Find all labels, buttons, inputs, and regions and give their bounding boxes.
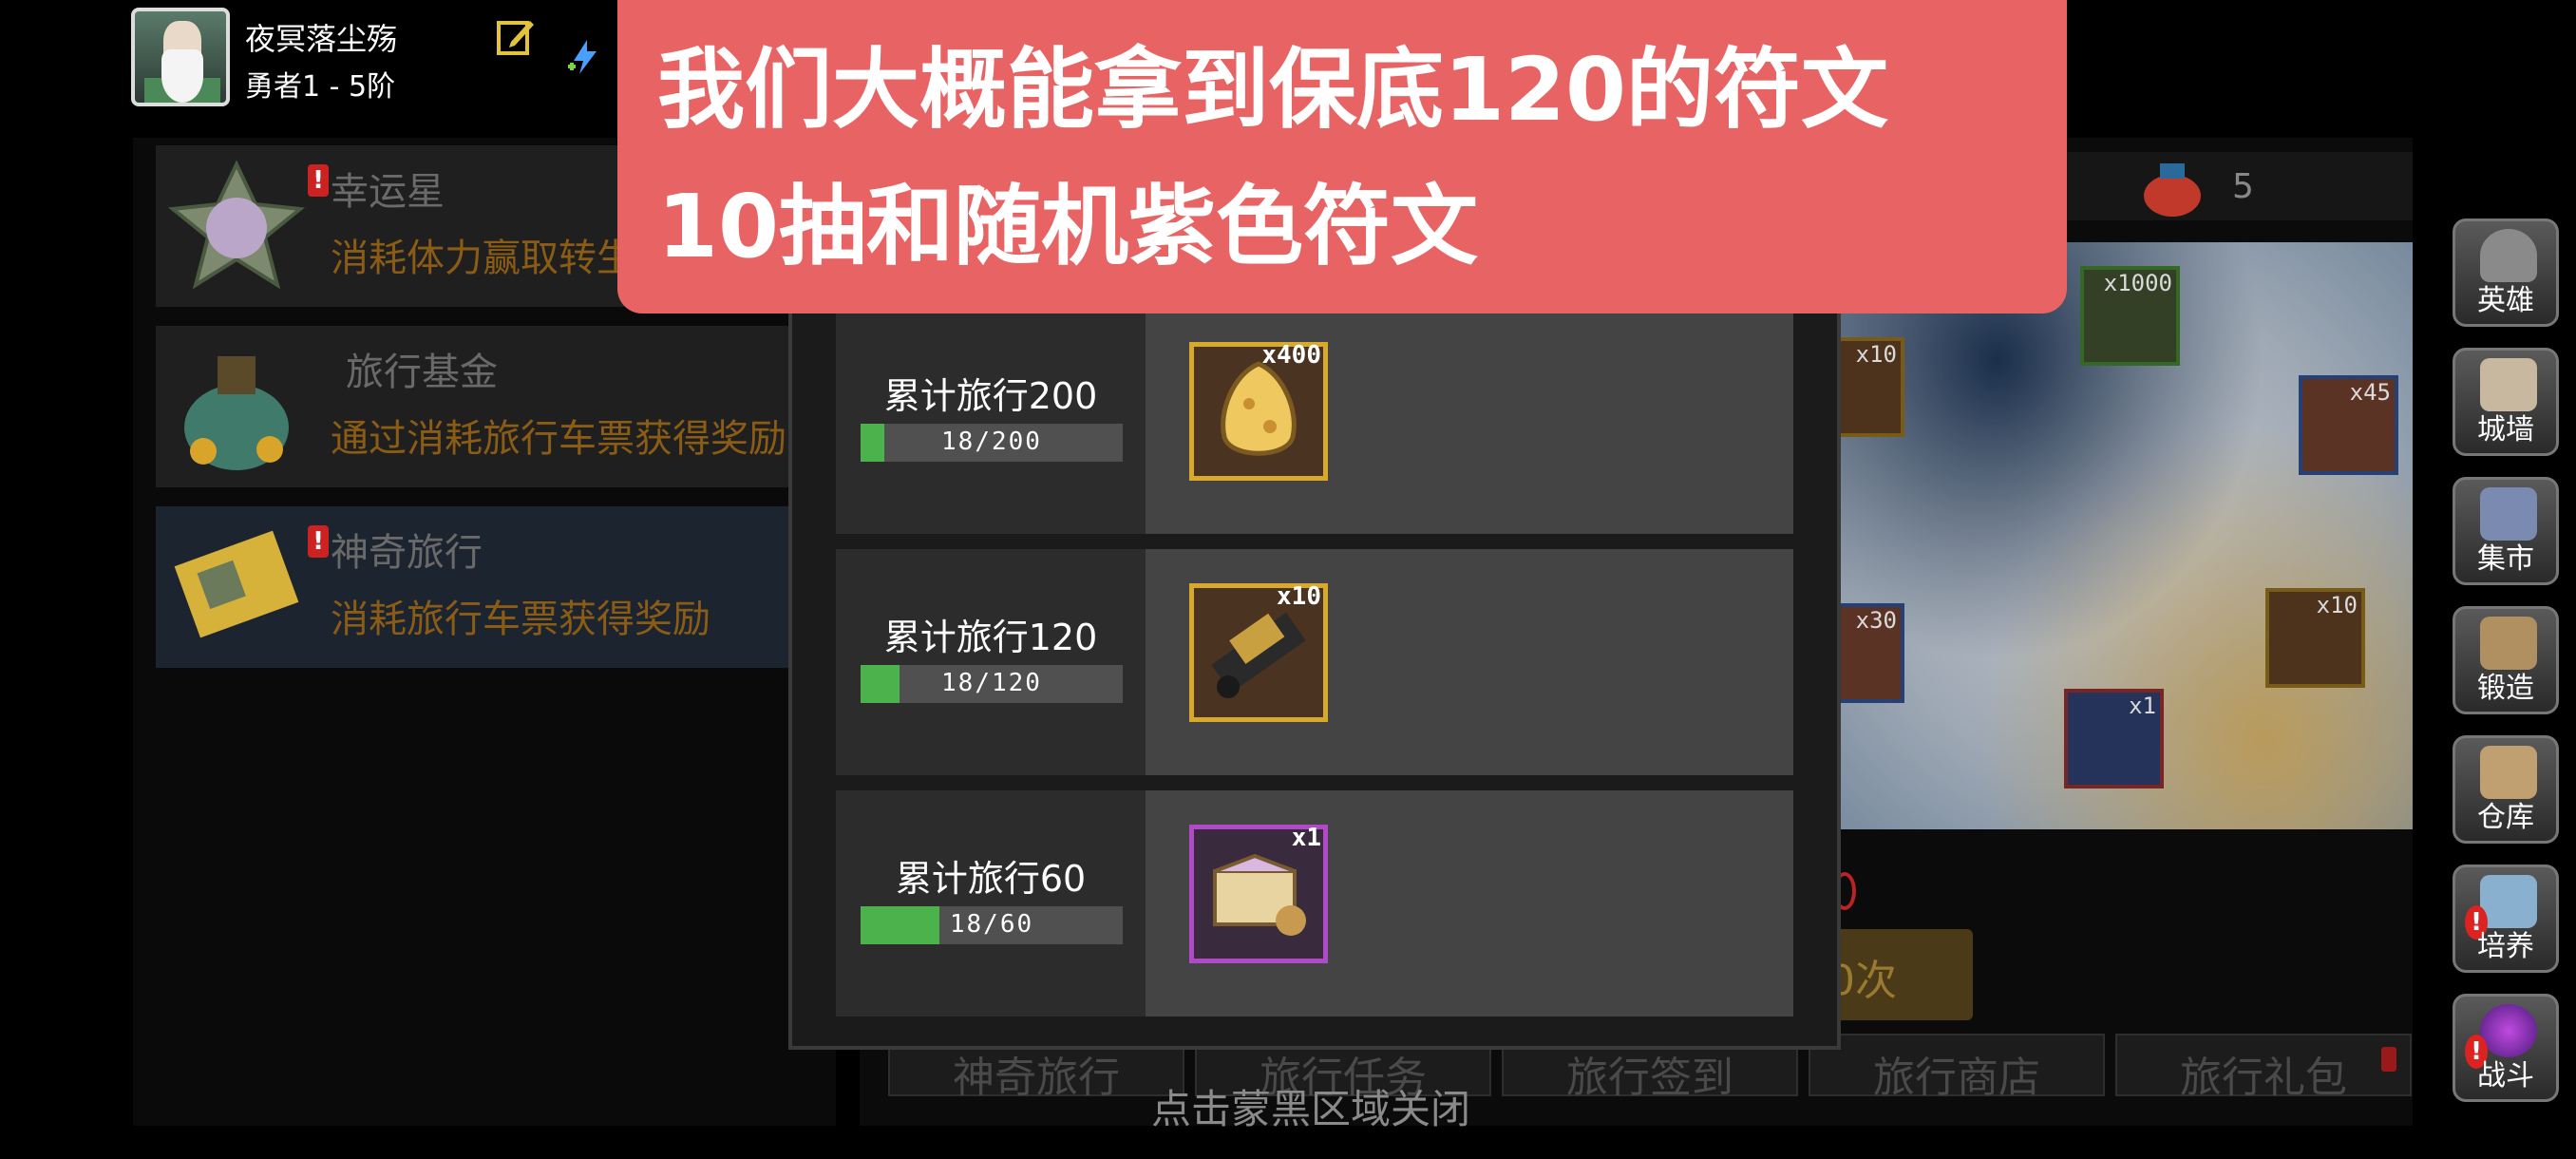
reward-count: x1000 — [2103, 270, 2172, 296]
reward-items: x10 — [1146, 549, 1793, 775]
anvil-icon — [2480, 617, 2537, 670]
reward-qty: x10 — [1277, 582, 1321, 611]
activity-desc: 消耗体力赢取转生 — [331, 237, 635, 280]
map-reward-star[interactable]: x1 — [2064, 689, 2164, 788]
sidebar-label: 城墙 — [2477, 413, 2534, 446]
reward-label: 累计旅行60 — [895, 858, 1087, 900]
sidebar-forge[interactable]: 锻造 — [2453, 606, 2559, 714]
reward-qty: x1 — [1291, 824, 1321, 852]
reward-label: 累计旅行200 — [883, 375, 1098, 417]
sidebar-warehouse[interactable]: 仓库 — [2453, 735, 2559, 844]
alert-badge: ! — [308, 525, 329, 558]
activity-title: 旅行基金 — [346, 351, 498, 394]
ticket-count: 5 — [2232, 167, 2254, 206]
golden-egg-icon[interactable]: x400 — [1189, 341, 1328, 481]
progress-text: 18/120 — [941, 669, 1042, 697]
reward-count: x45 — [2349, 379, 2391, 406]
player-rank: 勇者1 - 5阶 — [245, 70, 396, 104]
activity-title: 神奇旅行 — [331, 531, 483, 575]
reward-requirement: 累计旅行60 18/60 — [836, 790, 1146, 1016]
tab-travel-gift[interactable]: 旅行礼包 — [2115, 1034, 2412, 1102]
sidebar-label: 仓库 — [2477, 801, 2534, 834]
caption-line-2: 10抽和随机紫色符文 — [657, 176, 1479, 277]
sidebar-label: 英雄 — [2477, 284, 2534, 317]
activity-title: 幸运星 — [331, 170, 445, 214]
reward-count: x10 — [1855, 341, 1897, 368]
reward-requirement: 累计旅行120 18/120 — [836, 549, 1146, 775]
reward-requirement: 累计旅行200 18/200 — [836, 308, 1146, 534]
activity-desc: 消耗旅行车票获得奖励 — [331, 598, 710, 641]
progress-text: 18/200 — [941, 428, 1042, 456]
progress-text: 18/60 — [949, 910, 1034, 939]
player-name: 夜冥落尘殇 — [245, 21, 398, 57]
activity-magic-travel[interactable]: ! 神奇旅行 消耗旅行车票获得奖励 — [156, 506, 830, 668]
cumulative-reward-modal: 累计旅行200 18/200 x400 累计旅行120 18/120 x10 累… — [788, 276, 1841, 1050]
reward-items: x400 — [1146, 308, 1793, 534]
alert-badge: ! — [308, 164, 329, 197]
map-reward-egg[interactable]: x10 — [2265, 588, 2365, 688]
reward-row: 累计旅行60 18/60 x1 — [836, 790, 1793, 1016]
player-avatar[interactable] — [131, 8, 230, 106]
sidebar-label: 集市 — [2477, 542, 2534, 576]
edit-icon[interactable] — [496, 17, 536, 57]
sidebar-battle[interactable]: ! 战斗 — [2453, 994, 2559, 1102]
scroll-icon[interactable]: x10 — [1189, 582, 1328, 722]
reward-count: x1 — [2129, 693, 2156, 719]
reward-row: 累计旅行200 18/200 x400 — [836, 308, 1793, 534]
boost-icon[interactable] — [566, 38, 604, 76]
ticket-bag-icon — [2144, 163, 2201, 217]
sidebar-wall[interactable]: 城墙 — [2453, 348, 2559, 456]
castle-wall-icon — [2480, 358, 2537, 411]
travel-map: x1000 x10 x45 x30 x10 x1 — [1819, 242, 2413, 829]
reward-count: x10 — [2316, 592, 2358, 618]
trophy-icon — [2480, 875, 2537, 928]
travel-ticket-icon — [174, 530, 299, 638]
reward-qty: x400 — [1261, 341, 1321, 370]
portal-icon — [2480, 1004, 2537, 1057]
activity-travel-fund[interactable]: 旅行基金 通过消耗旅行车票获得奖励 — [156, 326, 830, 487]
helmet-icon — [2480, 229, 2537, 282]
caption-line-1: 我们大概能拿到保底120的符文 — [657, 39, 1889, 141]
video-caption: 我们大概能拿到保底120的符文 10抽和随机紫色符文 — [617, 0, 2067, 314]
tab-travel-shop[interactable]: 旅行商店 — [1809, 1034, 2105, 1102]
map-reward-bag[interactable]: x45 — [2299, 375, 2398, 475]
sidebar-train[interactable]: ! 培养 — [2453, 864, 2559, 973]
tab-label: 旅行礼包 — [2180, 1054, 2347, 1102]
star-crystal-icon — [167, 160, 306, 290]
sidebar-label: 培养 — [2477, 930, 2534, 963]
progress-bar: 18/120 — [861, 665, 1123, 703]
reward-items: x1 — [1146, 790, 1793, 1016]
market-stall-icon — [2480, 487, 2537, 541]
activity-desc: 通过消耗旅行车票获得奖励 — [331, 417, 786, 461]
alert-dot — [2381, 1047, 2396, 1072]
map-reward-bone[interactable]: x1000 — [2080, 266, 2180, 366]
money-bag-icon — [184, 356, 289, 470]
sidebar-hero[interactable]: 英雄 — [2453, 218, 2559, 327]
progress-bar: 18/60 — [861, 906, 1123, 944]
sidebar-label: 战斗 — [2477, 1059, 2534, 1092]
tab-label: 旅行商店 — [1873, 1054, 2040, 1102]
warehouse-icon — [2480, 746, 2537, 799]
progress-bar: 18/200 — [861, 424, 1123, 462]
sidebar-market[interactable]: 集市 — [2453, 477, 2559, 585]
sidebar-label: 锻造 — [2477, 672, 2534, 705]
reward-count: x30 — [1855, 607, 1897, 634]
reward-label: 累计旅行120 — [883, 617, 1098, 658]
close-hint[interactable]: 点击蒙黑区域关闭 — [950, 1077, 1672, 1135]
purple-rune-chest-icon[interactable]: x1 — [1189, 824, 1328, 963]
reward-row: 累计旅行120 18/120 x10 — [836, 549, 1793, 775]
